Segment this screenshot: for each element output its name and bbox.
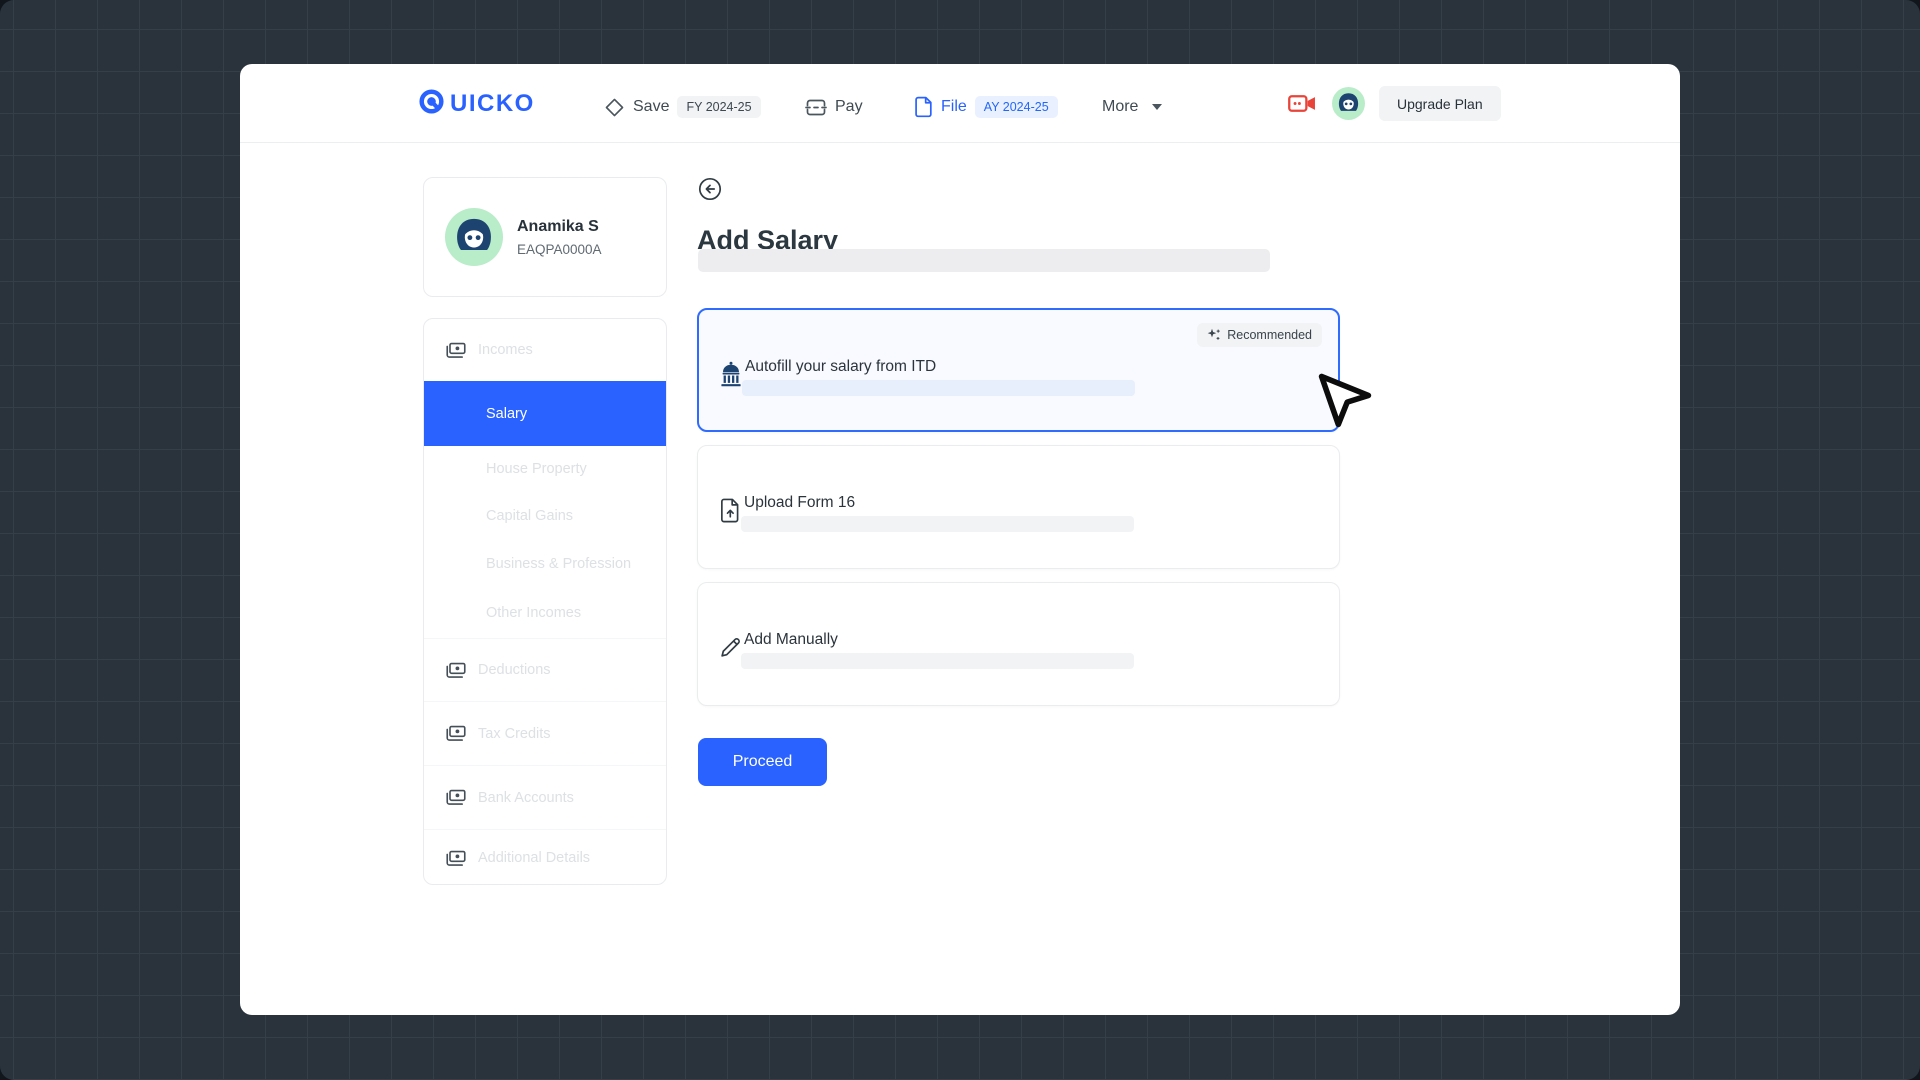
sidebar-item-capital-gains[interactable]: Capital Gains bbox=[424, 492, 666, 540]
sidebar-nav: Incomes Salary House Property Capital Ga… bbox=[423, 318, 667, 885]
cash-icon bbox=[446, 342, 466, 359]
sidebar-item-house-property[interactable]: House Property bbox=[424, 446, 666, 492]
cash-icon bbox=[446, 725, 466, 742]
sidebar-item-label: Bank Accounts bbox=[478, 790, 574, 806]
profile-name: Anamika S bbox=[517, 217, 602, 236]
logo-text: UICKO bbox=[450, 92, 535, 116]
sidebar-item-business-profession[interactable]: Business & Profession bbox=[424, 540, 666, 588]
cash-icon bbox=[446, 662, 466, 679]
sidebar-item-deductions[interactable]: Deductions bbox=[424, 638, 666, 701]
desktop-background: UICKO Save FY 2024-25 bbox=[0, 0, 1920, 1080]
ay-badge: AY 2024-25 bbox=[975, 96, 1058, 119]
upgrade-plan-button[interactable]: Upgrade Plan bbox=[1379, 86, 1501, 121]
cash-icon bbox=[446, 850, 466, 867]
more-label: More bbox=[1102, 98, 1138, 116]
option-label: Add Manually bbox=[744, 631, 838, 649]
save-icon bbox=[604, 97, 625, 118]
back-icon[interactable] bbox=[698, 177, 722, 201]
sidebar-item-label: Tax Credits bbox=[478, 726, 551, 742]
sidebar-item-label: Deductions bbox=[478, 662, 551, 678]
fy-badge: FY 2024-25 bbox=[677, 96, 760, 119]
sidebar-item-label: Incomes bbox=[478, 342, 533, 358]
loading-skeleton bbox=[698, 249, 1270, 272]
proceed-button[interactable]: Proceed bbox=[698, 738, 827, 786]
pay-label: Pay bbox=[835, 98, 863, 116]
quicko-logo[interactable]: UICKO bbox=[418, 88, 535, 120]
recommended-label: Recommended bbox=[1227, 328, 1312, 342]
chevron-down-icon bbox=[1152, 104, 1162, 110]
cash-icon bbox=[446, 789, 466, 806]
file-label: File bbox=[941, 98, 967, 116]
sidebar-item-salary[interactable]: Salary bbox=[424, 381, 666, 446]
option-label: Upload Form 16 bbox=[744, 494, 855, 512]
profile-avatar bbox=[445, 208, 503, 266]
sparkle-icon bbox=[1207, 328, 1221, 342]
option-skeleton bbox=[741, 653, 1134, 669]
sidebar-item-incomes[interactable]: Incomes bbox=[424, 319, 666, 381]
profile-pan: EAQPA0000A bbox=[517, 242, 602, 257]
option-card-upload-form16[interactable]: Upload Form 16 bbox=[697, 445, 1340, 569]
option-card-autofill-itd[interactable]: Recommended Autofill your salary from IT… bbox=[697, 308, 1340, 432]
sidebar-item-tax-credits[interactable]: Tax Credits bbox=[424, 701, 666, 765]
option-skeleton bbox=[742, 380, 1135, 396]
quicko-logo-icon bbox=[418, 88, 445, 120]
recommended-badge: Recommended bbox=[1197, 323, 1322, 347]
profile-card: Anamika S EAQPA0000A bbox=[423, 177, 667, 297]
pencil-icon bbox=[716, 631, 744, 663]
bank-icon bbox=[717, 358, 745, 390]
upload-form-icon bbox=[716, 494, 744, 526]
file-icon bbox=[914, 96, 933, 118]
sidebar-item-additional-details[interactable]: Additional Details bbox=[424, 829, 666, 885]
option-label: Autofill your salary from ITD bbox=[745, 358, 936, 376]
save-menu[interactable]: Save FY 2024-25 bbox=[604, 91, 761, 123]
sidebar-item-other-incomes[interactable]: Other Incomes bbox=[424, 588, 666, 638]
app-header: UICKO Save FY 2024-25 bbox=[240, 64, 1680, 143]
option-skeleton bbox=[741, 516, 1134, 532]
video-camera-icon[interactable] bbox=[1288, 94, 1316, 113]
option-card-add-manually[interactable]: Add Manually bbox=[697, 582, 1340, 706]
app-window: UICKO Save FY 2024-25 bbox=[240, 64, 1680, 1015]
user-avatar-icon[interactable] bbox=[1332, 87, 1365, 120]
save-label: Save bbox=[633, 98, 669, 116]
sidebar-item-bank-accounts[interactable]: Bank Accounts bbox=[424, 765, 666, 829]
pay-menu[interactable]: Pay bbox=[805, 91, 863, 123]
more-menu[interactable]: More bbox=[1102, 91, 1162, 123]
file-menu[interactable]: File AY 2024-25 bbox=[914, 91, 1058, 123]
pay-icon bbox=[805, 98, 827, 117]
sidebar-item-label: Additional Details bbox=[478, 850, 590, 866]
